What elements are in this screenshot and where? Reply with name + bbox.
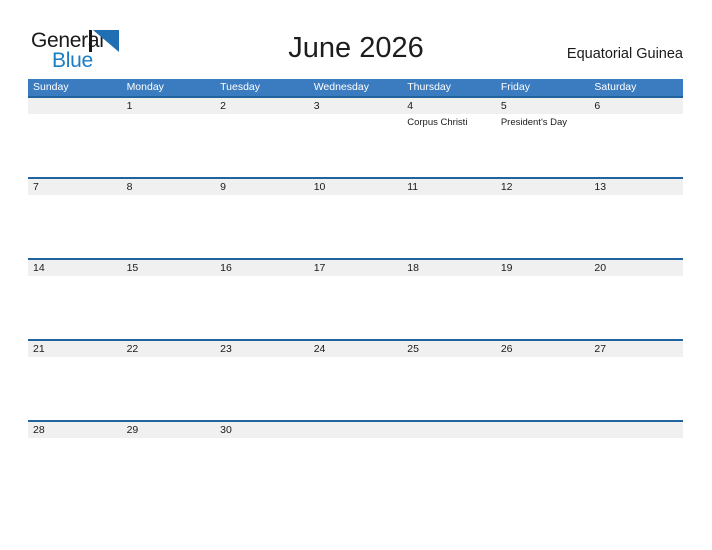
- day-cell-empty: [496, 422, 590, 501]
- day-cell-20[interactable]: 20: [589, 260, 683, 339]
- day-number: 7: [33, 181, 39, 193]
- day-cell-empty: [28, 98, 122, 177]
- day-number: 27: [594, 343, 607, 355]
- day-cell-30[interactable]: 30: [215, 422, 309, 501]
- day-number: 8: [126, 181, 133, 193]
- day-cell-empty: [309, 422, 403, 501]
- day-cell-4[interactable]: 4 Corpus Christi: [402, 98, 496, 177]
- day-cell-10[interactable]: 10: [309, 179, 403, 258]
- weekday-header-wednesday: Wednesday: [313, 81, 369, 93]
- day-cell-21[interactable]: 21: [28, 341, 122, 420]
- day-cell-5[interactable]: 5 President's Day: [496, 98, 590, 177]
- calendar-week-row: 14 15 16 17 18 19 20: [28, 258, 683, 339]
- calendar-week-row: 7 8 9 10 11 12 13: [28, 177, 683, 258]
- day-cell-24[interactable]: 24: [309, 341, 403, 420]
- week-day-cells: 28 29 30: [28, 422, 683, 501]
- day-cell-19[interactable]: 19: [496, 260, 590, 339]
- day-cell-23[interactable]: 23: [215, 341, 309, 420]
- day-number: 28: [33, 424, 45, 436]
- day-cell-2[interactable]: 2: [215, 98, 309, 177]
- day-number: 13: [594, 181, 607, 193]
- day-cell-11[interactable]: 11: [402, 179, 496, 258]
- holiday-label: Corpus Christi: [407, 117, 468, 128]
- day-number: 22: [126, 343, 139, 355]
- day-cell-15[interactable]: 15: [122, 260, 216, 339]
- day-number: 26: [500, 343, 513, 355]
- day-number: 20: [594, 262, 607, 274]
- day-cell-26[interactable]: 26: [496, 341, 590, 420]
- day-cell-14[interactable]: 14: [28, 260, 122, 339]
- day-number: 29: [126, 424, 139, 436]
- weekday-header-monday: Monday: [126, 81, 164, 93]
- day-number: 6: [594, 100, 601, 112]
- day-number: 19: [500, 262, 513, 274]
- day-cell-6[interactable]: 6: [589, 98, 683, 177]
- week-day-cells: 21 22 23 24 25 26 27: [28, 341, 683, 420]
- weekday-header-thursday: Thursday: [407, 81, 452, 93]
- day-number: 21: [33, 343, 45, 355]
- calendar-week-row: 1 2 3 4 Corpus Christi 5 President's Day 6: [28, 96, 683, 177]
- weekday-header-saturday: Saturday: [594, 81, 637, 93]
- day-number: 18: [407, 262, 419, 274]
- day-events: Corpus Christi: [407, 116, 495, 129]
- day-number: 5: [500, 100, 507, 112]
- calendar-grid: Sunday Monday Tuesday Wednesday Thursday Frid…: [28, 79, 683, 501]
- day-cell-1[interactable]: 1: [122, 98, 216, 177]
- day-number: 30: [220, 424, 232, 436]
- day-number: 2: [220, 100, 226, 112]
- day-cell-empty: [402, 422, 496, 501]
- day-number: 23: [220, 343, 232, 355]
- day-cell-7[interactable]: 7: [28, 179, 122, 258]
- weekday-header-row: Sunday Monday Tuesday Wednesday Thursday Frid…: [28, 79, 683, 96]
- weekday-header-sunday: Sunday: [33, 81, 69, 93]
- day-cell-16[interactable]: 16: [215, 260, 309, 339]
- day-number: 9: [220, 181, 226, 193]
- day-cell-22[interactable]: 22: [122, 341, 216, 420]
- calendar-week-row: 28 29 30: [28, 420, 683, 501]
- page-header: General Blue June 2026 Equatorial Guinea: [0, 0, 712, 78]
- week-day-cells: 7 8 9 10 11 12 13: [28, 179, 683, 258]
- region-label: Equatorial Guinea: [566, 46, 683, 62]
- day-number: 3: [313, 100, 320, 112]
- calendar-week-row: 21 22 23 24 25 26 27: [28, 339, 683, 420]
- day-number: 17: [313, 262, 326, 274]
- day-cell-8[interactable]: 8: [122, 179, 216, 258]
- day-number: 10: [313, 181, 326, 193]
- day-cell-9[interactable]: 9: [215, 179, 309, 258]
- day-cell-12[interactable]: 12: [496, 179, 590, 258]
- day-number: 12: [500, 181, 513, 193]
- day-cell-17[interactable]: 17: [309, 260, 403, 339]
- day-events: President's Day: [501, 116, 589, 129]
- day-number: 1: [126, 100, 133, 112]
- day-cell-3[interactable]: 3: [309, 98, 403, 177]
- holiday-label: President's Day: [500, 117, 568, 128]
- weekday-header-tuesday: Tuesday: [220, 81, 261, 93]
- day-cell-18[interactable]: 18: [402, 260, 496, 339]
- weekday-header-friday: Friday: [500, 81, 530, 93]
- day-number: 25: [407, 343, 419, 355]
- day-number: 11: [407, 181, 419, 193]
- day-number: 4: [407, 100, 414, 112]
- day-number: 16: [220, 262, 232, 274]
- day-number: 24: [313, 343, 326, 355]
- calendar-weeks: 1 2 3 4 Corpus Christi 5 President's Day 6 7 8 9 10…: [28, 96, 683, 501]
- day-cell-28[interactable]: 28: [28, 422, 122, 501]
- week-day-cells: 14 15 16 17 18 19 20: [28, 260, 683, 339]
- day-cell-empty: [589, 422, 683, 501]
- week-day-cells: 1 2 3 4 Corpus Christi 5 President's Day 6: [28, 98, 683, 177]
- day-cell-25[interactable]: 25: [402, 341, 496, 420]
- day-cell-13[interactable]: 13: [589, 179, 683, 258]
- day-cell-29[interactable]: 29: [122, 422, 216, 501]
- day-number: 14: [33, 262, 45, 274]
- day-cell-27[interactable]: 27: [589, 341, 683, 420]
- day-number: 15: [126, 262, 139, 274]
